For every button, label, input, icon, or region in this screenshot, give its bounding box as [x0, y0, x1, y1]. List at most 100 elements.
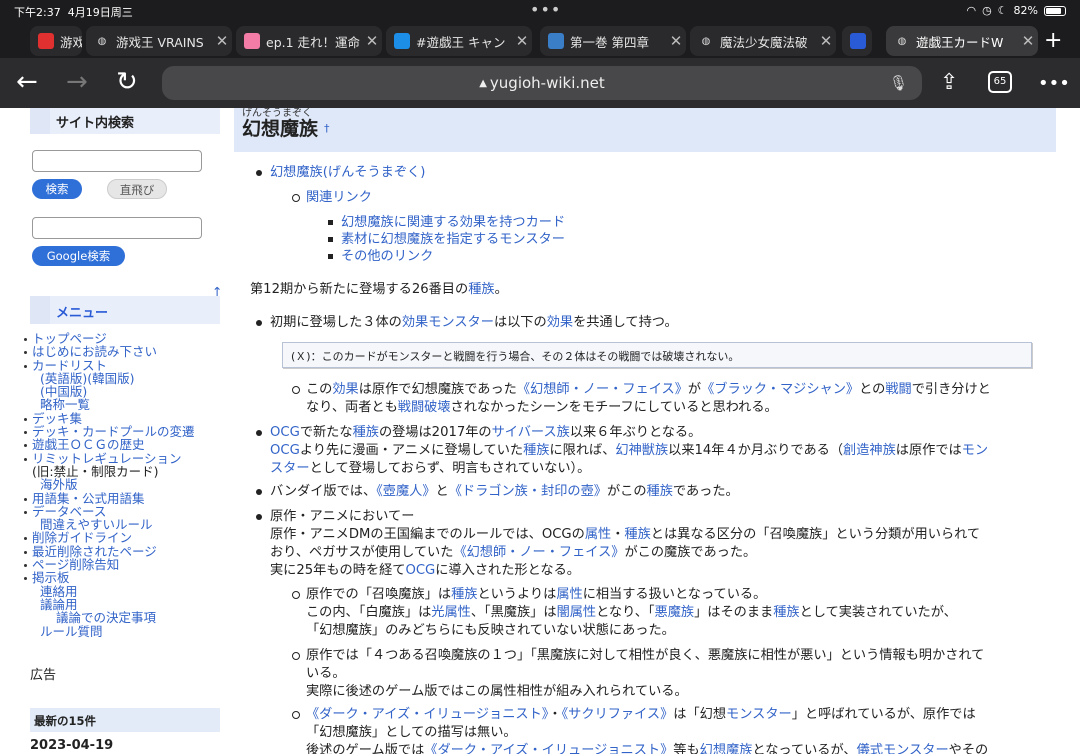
text: が	[687, 382, 702, 397]
wiki-link[interactable]: モン	[962, 443, 988, 458]
wiki-link[interactable]: 儀式モンスター	[857, 743, 949, 754]
wiki-link[interactable]: OCG	[405, 563, 435, 578]
browser-tab[interactable]: #遊戯王 キャン ✕	[386, 26, 532, 56]
wiki-link[interactable]: 種族	[647, 484, 673, 499]
wiki-link[interactable]: スター	[270, 461, 310, 476]
wiki-link[interactable]: モンスター	[726, 707, 792, 722]
close-tab-icon[interactable]: ✕	[512, 32, 532, 50]
text: と	[435, 484, 449, 499]
tab-label: 游戏王 VRAINS	[116, 34, 204, 50]
wiki-link[interactable]: 効果モンスター	[402, 315, 494, 330]
text: に限れば、	[549, 443, 616, 458]
browser-tab[interactable]: 第一巻 第四章 ✕	[540, 26, 686, 56]
close-tab-icon[interactable]: ✕	[666, 32, 686, 50]
text: として登場しておらず、明言もされていない）。	[309, 461, 591, 476]
more-menu-icon[interactable]: •••	[1038, 73, 1070, 94]
wiki-link[interactable]: OCG	[270, 443, 300, 458]
wiki-link[interactable]: 闇属性	[557, 605, 597, 620]
wiki-link[interactable]: 効果	[547, 315, 573, 330]
toc-link[interactable]: 関連リンク	[306, 190, 372, 205]
wiki-link[interactable]: 創造神族	[843, 443, 896, 458]
jump-button[interactable]: 直飛び	[107, 179, 167, 199]
toc-link[interactable]: 素材に幻想魔族を指定するモンスター	[341, 232, 565, 247]
status-time: 下午2:37 4月19日周三	[14, 6, 133, 19]
address-bar[interactable]: ▲ yugioh-wiki.net 🎙	[162, 66, 922, 100]
browser-tab[interactable]: ◍ 遊戯王カードW ✕	[886, 26, 1038, 56]
menu-item[interactable]: 掲示板	[32, 570, 70, 585]
browser-tab[interactable]: 游戏	[30, 26, 82, 56]
text: 、「黒魔族」は	[470, 605, 557, 620]
anchor-link[interactable]: †	[324, 122, 330, 135]
toc-link[interactable]: 幻想魔族に関連する効果を持つカード	[341, 215, 565, 230]
search-button[interactable]: 検索	[32, 179, 82, 199]
wiki-link[interactable]: 《幻想師・ノー・フェイス》	[517, 382, 688, 397]
forward-arrow-icon[interactable]: →	[66, 68, 88, 96]
site-search-input[interactable]	[32, 150, 202, 172]
url-text: yugioh-wiki.net	[489, 74, 605, 92]
share-icon[interactable]: ⇪	[940, 70, 958, 95]
text: を共通して持つ。	[573, 315, 678, 330]
menu-item[interactable]: カードリスト	[32, 358, 107, 373]
google-search-input[interactable]	[32, 217, 202, 239]
text: 第12期から新たに登場する26番目の	[250, 282, 469, 297]
paragraph: バンダイ版では、《壺魔人》と《ドラゴン族・封印の壺》がこの種族であった。	[256, 483, 739, 501]
new-tab-button[interactable]: +	[1044, 28, 1062, 53]
text: がこの	[606, 484, 647, 499]
close-tab-icon[interactable]: ✕	[816, 32, 836, 50]
wiki-link[interactable]: 戦闘	[885, 382, 911, 397]
wiki-link[interactable]: 《ダーク・アイズ・イリュージョニスト》	[424, 743, 673, 754]
text: ・	[611, 527, 625, 542]
wiki-link[interactable]: 幻神獣族	[615, 443, 668, 458]
close-tab-icon[interactable]: ✕	[1018, 32, 1038, 50]
toc-link[interactable]: その他のリンク	[341, 249, 433, 264]
back-arrow-icon[interactable]: ←	[16, 68, 38, 96]
paragraph: 初期に登場した３体の効果モンスターは以下の効果を共通して持つ。	[256, 314, 678, 332]
wiki-link[interactable]: 種族	[468, 282, 494, 297]
microphone-icon[interactable]: 🎙	[889, 74, 908, 92]
browser-tab[interactable]	[842, 26, 872, 56]
google-search-button[interactable]: Google検索	[32, 246, 125, 266]
toc-link[interactable]: 幻想魔族(げんそうまぞく)	[270, 165, 425, 180]
wiki-link[interactable]: 戦闘破壊	[398, 400, 451, 415]
wiki-link[interactable]: OCG	[270, 425, 300, 440]
wiki-link[interactable]: 種族	[624, 527, 650, 542]
menu-item[interactable]: リミットレギュレーション	[32, 451, 182, 466]
wiki-link[interactable]: サイバース族	[492, 425, 570, 440]
menu-item[interactable]: ルール質問	[40, 624, 103, 639]
wiki-link[interactable]: 種族	[773, 605, 799, 620]
reload-icon[interactable]: ↻	[116, 68, 138, 96]
text: 」と呼ばれているが、原作では	[791, 707, 976, 722]
book-icon	[548, 33, 564, 49]
close-tab-icon[interactable]: ✕	[212, 32, 232, 50]
browser-tab[interactable]: ◍ 魔法少女魔法破 ✕	[690, 26, 836, 56]
text: 原作での「召喚魔族」は	[306, 587, 452, 602]
wiki-link[interactable]: 《ブラック・マジシャン》	[701, 382, 859, 397]
wiki-link[interactable]: 種族	[523, 443, 549, 458]
text: の登場は2017年の	[378, 425, 492, 440]
wiki-link[interactable]: 種族	[451, 587, 477, 602]
wiki-link[interactable]: 属性	[556, 587, 582, 602]
wiki-link[interactable]: 悪魔族	[655, 605, 695, 620]
close-tab-icon[interactable]: ✕	[362, 32, 382, 50]
tab-count-button[interactable]: 65	[988, 71, 1012, 93]
wiki-link[interactable]: 《サクリファイス》	[562, 707, 674, 722]
wiki-link[interactable]: 《幻想師・ノー・フェイス》	[453, 545, 624, 560]
multitask-dots-icon[interactable]: •••	[530, 0, 561, 19]
wiki-link[interactable]: 効果	[332, 382, 358, 397]
wiki-link[interactable]: 属性	[585, 527, 611, 542]
wiki-link[interactable]: 光属性	[431, 605, 471, 620]
wiki-link[interactable]: 《ダーク・アイズ・イリュージョニスト》	[306, 707, 548, 722]
browser-tab[interactable]: ◍ 游戏王 VRAINS ✕	[86, 26, 232, 56]
wiki-link[interactable]: 《ドラゴン族・封印の壺》	[449, 484, 607, 499]
browser-tab[interactable]: ep.1 走れ！運命 ✕	[236, 26, 382, 56]
recent-date: 2023-04-19	[30, 738, 114, 753]
wiki-link[interactable]: 幻想魔族	[700, 743, 753, 754]
paragraph: 原作での「召喚魔族」は種族というよりは属性に相当する扱いとなっている。	[291, 586, 766, 604]
wiki-link[interactable]: 種族	[353, 425, 379, 440]
paragraph: この効果は原作で幻想魔族であった《幻想師・ノー・フェイス》が《ブラック・マジシャ…	[292, 381, 991, 399]
text: 」はそのまま	[694, 605, 774, 620]
moon-icon: ☾	[997, 4, 1008, 17]
menu-item[interactable]: データベース	[32, 504, 106, 519]
wiki-link[interactable]: 《壺魔人》	[376, 484, 435, 499]
text: というよりは	[477, 587, 557, 602]
